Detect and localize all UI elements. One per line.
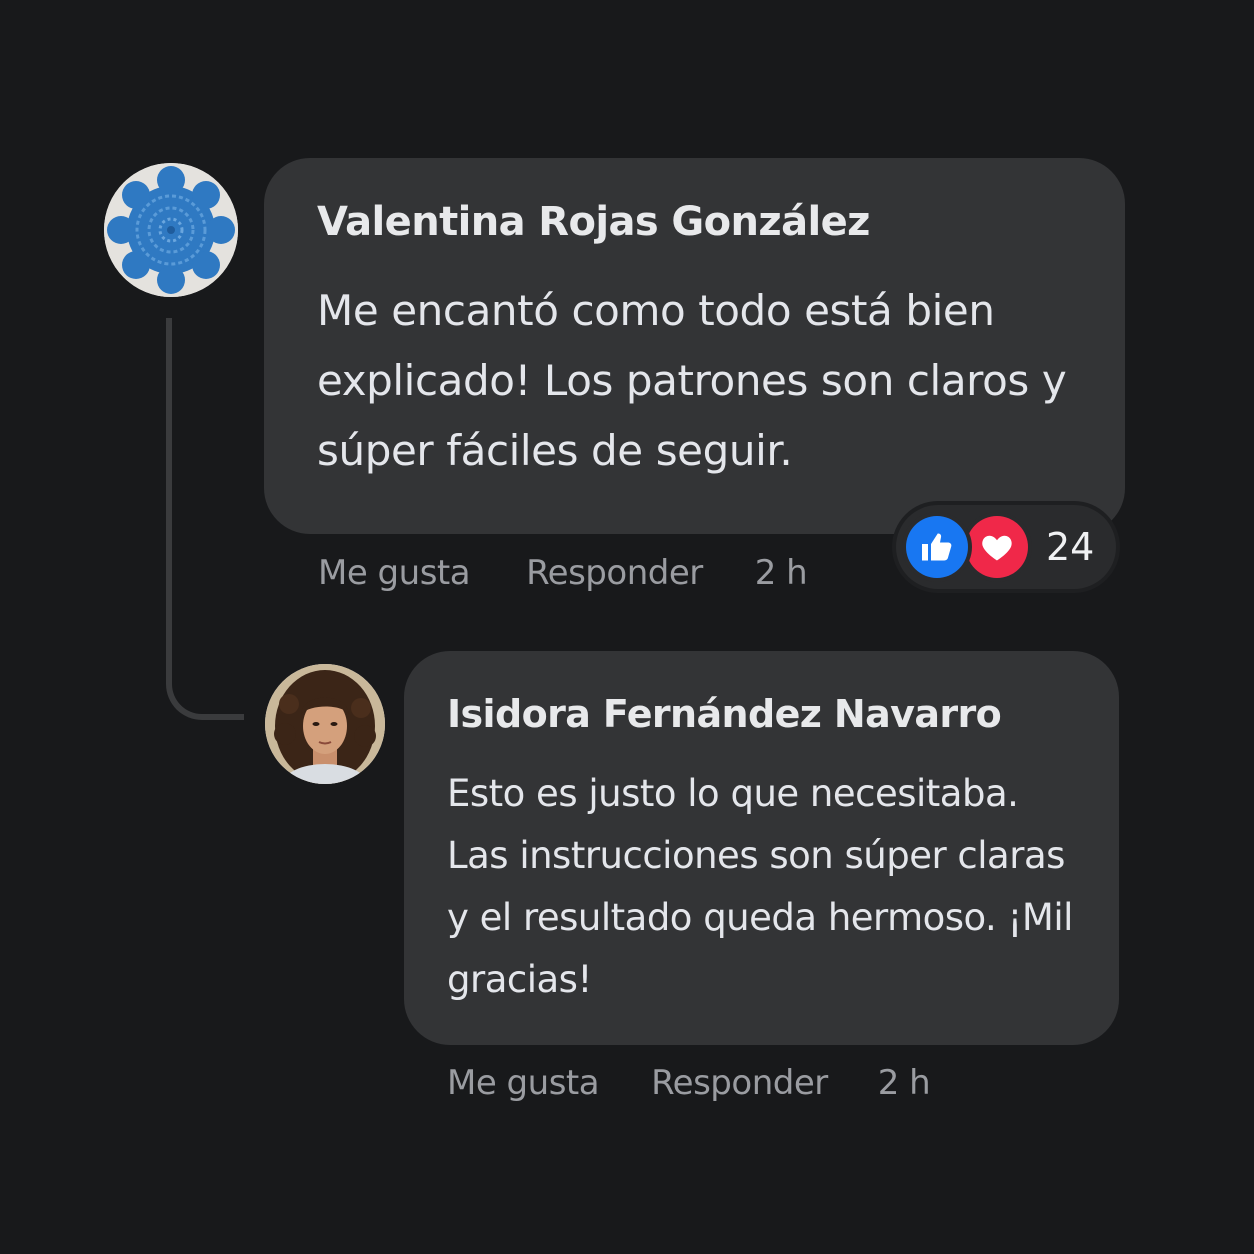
comment-author[interactable]: Valentina Rojas González bbox=[317, 202, 1085, 242]
comment-actions: Me gusta Responder 2 h bbox=[447, 1063, 931, 1103]
reply-bubble: Isidora Fernández Navarro Esto es justo … bbox=[404, 651, 1119, 1045]
reactions-summary[interactable]: 24 bbox=[896, 505, 1116, 589]
like-button[interactable]: Me gusta bbox=[318, 553, 471, 593]
reaction-count: 24 bbox=[1046, 525, 1095, 569]
reply-thread-connector bbox=[166, 318, 244, 720]
comment-text: Esto es justo lo que necesitaba. Las ins… bbox=[447, 772, 1073, 1001]
comment-text: Me encantó como todo está bien explicado… bbox=[317, 286, 1067, 475]
reply-button[interactable]: Responder bbox=[651, 1063, 828, 1103]
comment-timestamp[interactable]: 2 h bbox=[755, 553, 808, 593]
comment-timestamp[interactable]: 2 h bbox=[878, 1063, 931, 1103]
avatar-profile-photo[interactable] bbox=[265, 664, 385, 784]
avatar-crochet-flower[interactable] bbox=[104, 163, 238, 297]
comment-actions: Me gusta Responder 2 h bbox=[318, 553, 808, 593]
reply-button[interactable]: Responder bbox=[526, 553, 703, 593]
like-button[interactable]: Me gusta bbox=[447, 1063, 600, 1103]
heart-icon bbox=[966, 516, 1028, 578]
comment-author[interactable]: Isidora Fernández Navarro bbox=[447, 695, 1089, 733]
comment-bubble: Valentina Rojas González Me encantó como… bbox=[264, 158, 1125, 534]
like-icon bbox=[906, 516, 968, 578]
